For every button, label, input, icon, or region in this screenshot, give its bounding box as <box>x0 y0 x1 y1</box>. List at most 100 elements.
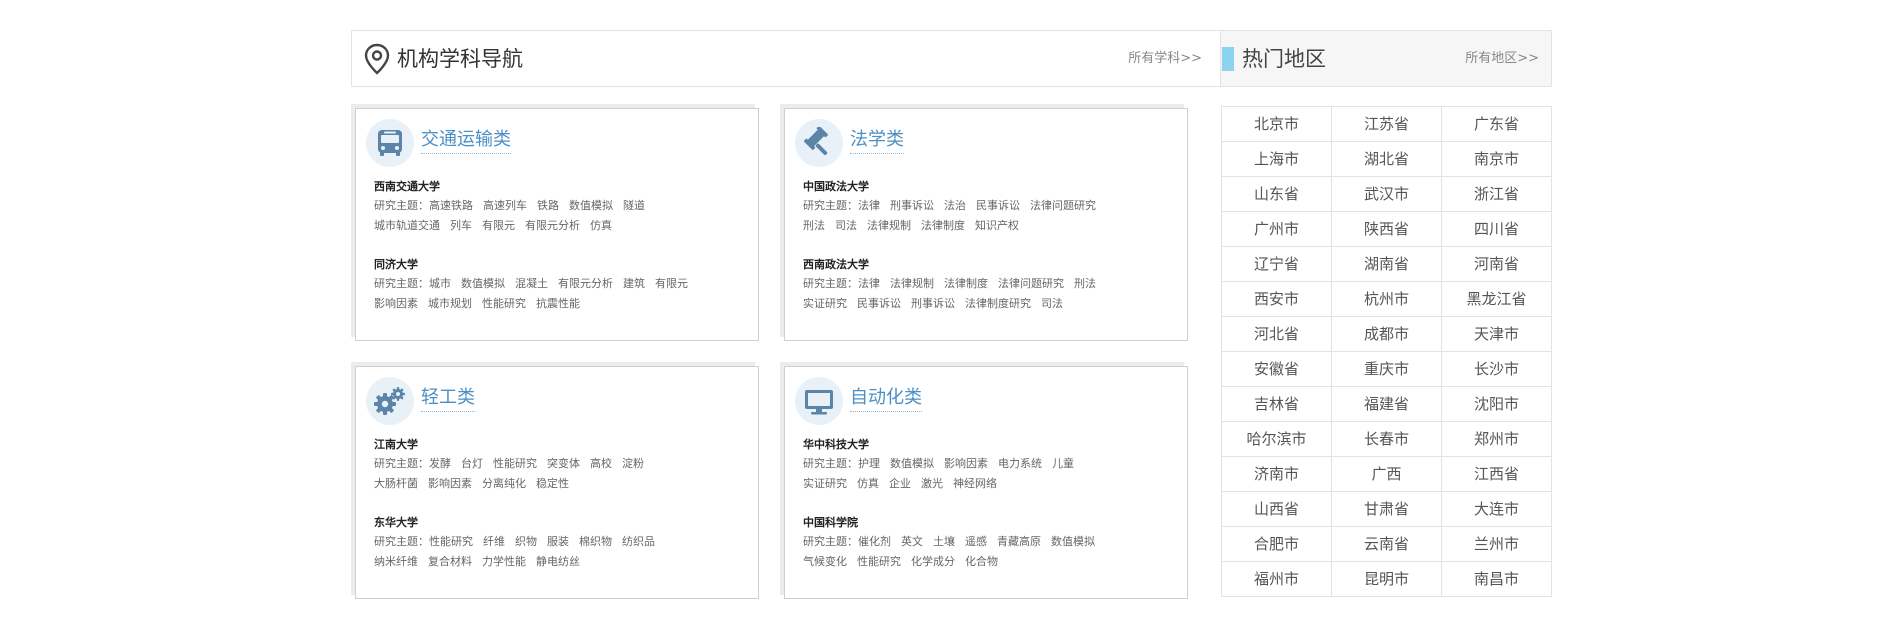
region-link[interactable]: 福建省 <box>1331 386 1442 422</box>
region-link[interactable]: 河北省 <box>1221 316 1332 352</box>
region-link[interactable]: 广西 <box>1331 456 1442 492</box>
region-link[interactable]: 武汉市 <box>1331 176 1442 212</box>
topic-link[interactable]: 混凝土 <box>515 277 548 290</box>
region-link[interactable]: 北京市 <box>1221 106 1332 142</box>
topic-link[interactable]: 司法 <box>835 219 857 232</box>
topic-link[interactable]: 织物 <box>515 535 537 548</box>
region-link[interactable]: 辽宁省 <box>1221 246 1332 282</box>
region-link[interactable]: 昆明市 <box>1331 561 1442 597</box>
region-link[interactable]: 成都市 <box>1331 316 1442 352</box>
topic-link[interactable]: 城市轨道交通 <box>374 219 440 232</box>
topic-link[interactable]: 实证研究 <box>803 297 847 310</box>
topic-link[interactable]: 棉织物 <box>579 535 612 548</box>
topic-link[interactable]: 纺织品 <box>622 535 655 548</box>
topic-link[interactable]: 有限元分析 <box>558 277 613 290</box>
region-link[interactable]: 广州市 <box>1221 211 1332 247</box>
region-link[interactable]: 安徽省 <box>1221 351 1332 387</box>
region-link[interactable]: 福州市 <box>1221 561 1332 597</box>
all-regions-link[interactable]: 所有地区>> <box>1465 51 1539 67</box>
subject-title-automation[interactable]: 自动化类 <box>850 385 922 412</box>
topic-link[interactable]: 司法 <box>1041 297 1063 310</box>
topic-link[interactable]: 法律制度 <box>944 277 988 290</box>
topic-link[interactable]: 实证研究 <box>803 477 847 490</box>
topic-link[interactable]: 电力系统 <box>998 457 1042 470</box>
topic-link[interactable]: 法律规制 <box>890 277 934 290</box>
topic-link[interactable]: 数值模拟 <box>569 199 613 212</box>
topic-link[interactable]: 静电纺丝 <box>536 555 580 568</box>
region-link[interactable]: 沈阳市 <box>1441 386 1552 422</box>
topic-link[interactable]: 知识产权 <box>975 219 1019 232</box>
topic-link[interactable]: 性能研究 <box>482 297 526 310</box>
university-name[interactable]: 中国科学院 <box>803 514 1183 532</box>
topic-link[interactable]: 列车 <box>450 219 472 232</box>
topic-link[interactable]: 服装 <box>547 535 569 548</box>
topic-link[interactable]: 数值模拟 <box>461 277 505 290</box>
region-link[interactable]: 黑龙江省 <box>1441 281 1552 317</box>
topic-link[interactable]: 仿真 <box>857 477 879 490</box>
topic-link[interactable]: 法律规制 <box>867 219 911 232</box>
region-link[interactable]: 天津市 <box>1441 316 1552 352</box>
topic-link[interactable]: 影响因素 <box>374 297 418 310</box>
topic-link[interactable]: 性能研究 <box>857 555 901 568</box>
region-link[interactable]: 西安市 <box>1221 281 1332 317</box>
topic-link[interactable]: 青藏高原 <box>997 535 1041 548</box>
topic-link[interactable]: 法治 <box>944 199 966 212</box>
region-link[interactable]: 大连市 <box>1441 491 1552 527</box>
region-link[interactable]: 长春市 <box>1331 421 1442 457</box>
topic-link[interactable]: 催化剂 <box>858 535 891 548</box>
region-link[interactable]: 吉林省 <box>1221 386 1332 422</box>
topic-link[interactable]: 护理 <box>858 457 880 470</box>
region-link[interactable]: 济南市 <box>1221 456 1332 492</box>
topic-link[interactable]: 纳米纤维 <box>374 555 418 568</box>
topic-link[interactable]: 力学性能 <box>482 555 526 568</box>
subject-title-light-industry[interactable]: 轻工类 <box>421 385 475 412</box>
region-link[interactable]: 郑州市 <box>1441 421 1552 457</box>
all-subjects-link[interactable]: 所有学科>> <box>1128 51 1202 67</box>
topic-link[interactable]: 法律制度研究 <box>965 297 1031 310</box>
region-link[interactable]: 哈尔滨市 <box>1221 421 1332 457</box>
topic-link[interactable]: 建筑 <box>623 277 645 290</box>
topic-link[interactable]: 刑事诉讼 <box>911 297 955 310</box>
region-link[interactable]: 重庆市 <box>1331 351 1442 387</box>
topic-link[interactable]: 淀粉 <box>622 457 644 470</box>
topic-link[interactable]: 法律问题研究 <box>1030 199 1096 212</box>
region-link[interactable]: 湖南省 <box>1331 246 1442 282</box>
topic-link[interactable]: 性能研究 <box>429 535 473 548</box>
topic-link[interactable]: 高速列车 <box>483 199 527 212</box>
topic-link[interactable]: 高校 <box>590 457 612 470</box>
region-link[interactable]: 云南省 <box>1331 526 1442 562</box>
region-link[interactable]: 南昌市 <box>1441 561 1552 597</box>
topic-link[interactable]: 有限元 <box>482 219 515 232</box>
topic-link[interactable]: 数值模拟 <box>1051 535 1095 548</box>
university-name[interactable]: 中国政法大学 <box>803 178 1183 196</box>
topic-link[interactable]: 化合物 <box>965 555 998 568</box>
topic-link[interactable]: 铁路 <box>537 199 559 212</box>
region-link[interactable]: 杭州市 <box>1331 281 1442 317</box>
topic-link[interactable]: 抗震性能 <box>536 297 580 310</box>
topic-link[interactable]: 台灯 <box>461 457 483 470</box>
topic-link[interactable]: 纤维 <box>483 535 505 548</box>
topic-link[interactable]: 城市规划 <box>428 297 472 310</box>
subject-title-transportation[interactable]: 交通运输类 <box>421 127 511 154</box>
topic-link[interactable]: 英文 <box>901 535 923 548</box>
topic-link[interactable]: 大肠杆菌 <box>374 477 418 490</box>
topic-link[interactable]: 气候变化 <box>803 555 847 568</box>
topic-link[interactable]: 数值模拟 <box>890 457 934 470</box>
topic-link[interactable]: 有限元分析 <box>525 219 580 232</box>
topic-link[interactable]: 复合材料 <box>428 555 472 568</box>
region-link[interactable]: 长沙市 <box>1441 351 1552 387</box>
topic-link[interactable]: 刑法 <box>1074 277 1096 290</box>
topic-link[interactable]: 土壤 <box>933 535 955 548</box>
topic-link[interactable]: 民事诉讼 <box>976 199 1020 212</box>
region-link[interactable]: 江苏省 <box>1331 106 1442 142</box>
region-link[interactable]: 四川省 <box>1441 211 1552 247</box>
region-link[interactable]: 合肥市 <box>1221 526 1332 562</box>
topic-link[interactable]: 隧道 <box>623 199 645 212</box>
subject-title-law[interactable]: 法学类 <box>850 127 904 154</box>
region-link[interactable]: 浙江省 <box>1441 176 1552 212</box>
topic-link[interactable]: 法律 <box>858 277 880 290</box>
topic-link[interactable]: 法律 <box>858 199 880 212</box>
region-link[interactable]: 江西省 <box>1441 456 1552 492</box>
topic-link[interactable]: 儿童 <box>1052 457 1074 470</box>
topic-link[interactable]: 影响因素 <box>428 477 472 490</box>
